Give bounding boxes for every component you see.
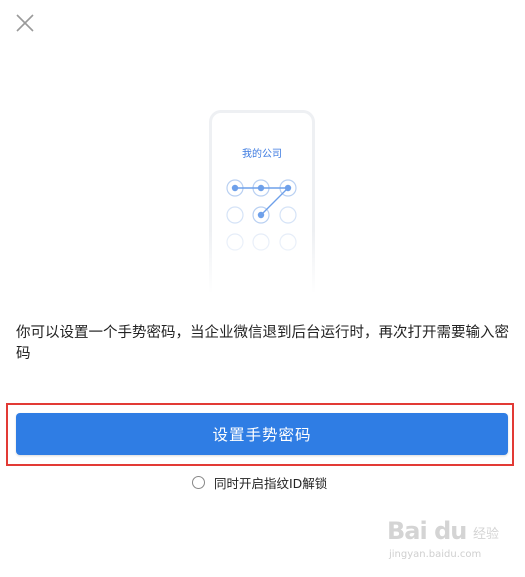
close-icon xyxy=(16,14,34,32)
watermark: Bai du 经验 jingyan.baidu.com xyxy=(387,511,505,571)
fingerprint-label: 同时开启指纹ID解锁 xyxy=(214,476,328,491)
watermark-logo: Bai du xyxy=(387,517,467,545)
fingerprint-radio[interactable] xyxy=(192,476,205,489)
phone-fade xyxy=(200,230,325,305)
fingerprint-option[interactable]: 同时开启指纹ID解锁 xyxy=(192,473,327,492)
set-gesture-password-button[interactable]: 设置手势密码 xyxy=(16,413,508,455)
watermark-url: jingyan.baidu.com xyxy=(389,549,482,560)
close-button[interactable] xyxy=(14,12,36,34)
watermark-sub: 经验 xyxy=(473,527,500,542)
description-text: 你可以设置一个手势密码，当企业微信退到后台运行时，再次打开需要输入密码 xyxy=(16,325,509,362)
